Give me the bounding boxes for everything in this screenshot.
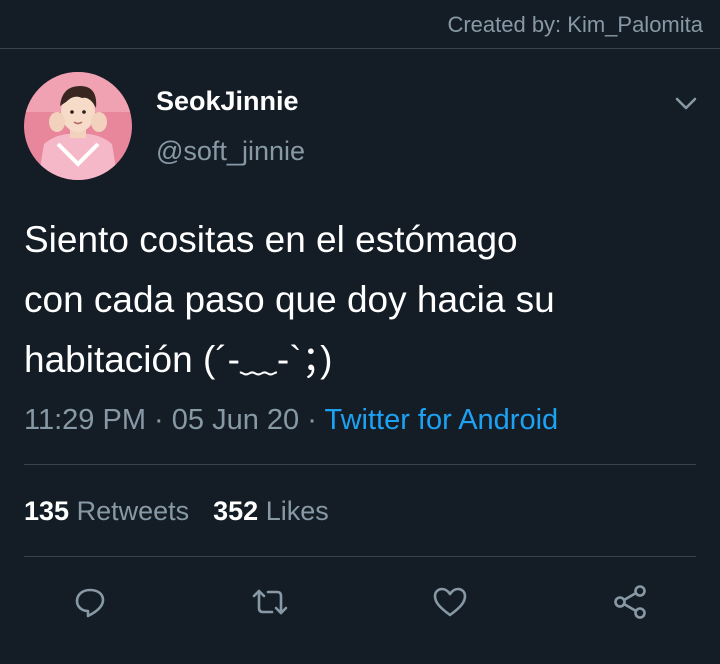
watermark-credit: Created by: Kim_Palomita	[447, 12, 703, 37]
retweets-stat[interactable]: 135 Retweets	[24, 496, 189, 526]
retweet-icon[interactable]	[250, 582, 290, 622]
heart-icon[interactable]	[430, 582, 470, 622]
handle[interactable]: @soft_jinnie	[156, 136, 305, 167]
divider	[24, 556, 696, 557]
meta-separator: ·	[154, 404, 164, 436]
chevron-down-icon[interactable]	[672, 90, 700, 118]
likes-stat[interactable]: 352 Likes	[213, 496, 329, 526]
avatar-photo	[24, 72, 132, 180]
watermark-divider	[0, 48, 720, 49]
tweet-source-link[interactable]: Twitter for Android	[324, 404, 558, 436]
retweets-count: 135	[24, 496, 70, 526]
engagement-stats: 135 Retweets 352 Likes	[24, 496, 329, 527]
tweet-date: 05 Jun 20	[171, 404, 300, 436]
avatar[interactable]	[24, 72, 132, 180]
likes-label: Likes	[265, 496, 329, 526]
tweet-time: 11:29 PM	[24, 404, 146, 436]
retweets-label: Retweets	[76, 496, 190, 526]
share-icon[interactable]	[610, 582, 650, 622]
tweet-text: Siento cositas en el estómago con cada p…	[24, 219, 555, 380]
tweet-meta: 11:29 PM · 05 Jun 20 · Twitter for Andro…	[24, 404, 558, 437]
divider	[24, 464, 696, 465]
reply-icon[interactable]	[70, 582, 110, 622]
tweet-screen: Created by: Kim_Palomita SeokJinnie @sof…	[0, 0, 720, 664]
display-name[interactable]: SeokJinnie	[156, 86, 299, 117]
likes-count: 352	[213, 496, 259, 526]
meta-separator: ·	[307, 404, 317, 436]
